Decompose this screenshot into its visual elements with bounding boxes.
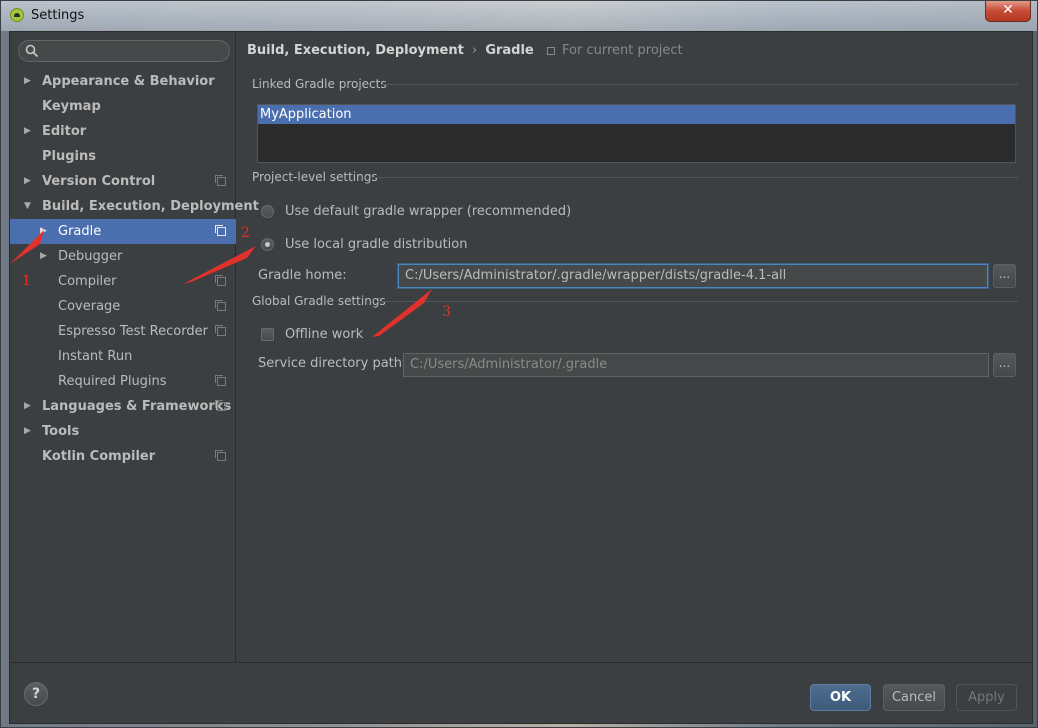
radio-button[interactable] <box>261 238 274 251</box>
cancel-button[interactable]: Cancel <box>883 684 945 711</box>
sidebar-item-required-plugins[interactable]: Required Plugins <box>10 369 236 394</box>
gradle-home-input[interactable]: C:/Users/Administrator/.gradle/wrapper/d… <box>398 264 988 288</box>
project-scope-icon <box>215 175 226 186</box>
linked-projects-list[interactable]: MyApplication <box>257 104 1016 163</box>
sidebar-item-keymap[interactable]: Keymap <box>10 94 236 119</box>
breadcrumb-parent: Build, Execution, Deployment <box>247 43 464 58</box>
gradle-settings-panel: Build, Execution, Deployment › Gradle Fo… <box>237 32 1034 662</box>
expand-right-icon[interactable]: ▶ <box>24 69 34 94</box>
breadcrumb-current: Gradle <box>485 43 534 58</box>
sidebar-item-label: Instant Run <box>58 349 133 364</box>
project-scope-icon <box>215 325 226 336</box>
checkbox-label: Offline work <box>285 327 364 342</box>
sidebar-item-label: Editor <box>42 124 87 139</box>
sidebar-item-appearance-behavior[interactable]: ▶ Appearance & Behavior <box>10 69 236 94</box>
dialog-body: ▶ Appearance & Behavior Keymap ▶ Editor Plugi… <box>9 31 1033 724</box>
project-scope-icon <box>215 275 226 286</box>
sidebar-item-instant-run[interactable]: Instant Run <box>10 344 236 369</box>
global-settings-title: Global Gradle settings <box>252 294 386 308</box>
ok-button[interactable]: OK <box>810 684 871 711</box>
scope-label: For current project <box>562 43 683 58</box>
sidebar-item-languages-frameworks[interactable]: ▶ Languages & Frameworks <box>10 394 236 419</box>
sidebar-item-label: Espresso Test Recorder <box>58 324 208 339</box>
linked-projects-title: Linked Gradle projects <box>252 77 387 91</box>
service-directory-label: Service directory path: <box>258 356 407 371</box>
sidebar-item-plugins[interactable]: Plugins <box>10 144 236 169</box>
project-scope-icon <box>215 225 226 236</box>
annotation-number-3: 3 <box>442 304 451 320</box>
sidebar-item-tools[interactable]: ▶ Tools <box>10 419 236 444</box>
expand-right-icon[interactable]: ▶ <box>24 119 34 144</box>
sidebar-item-label: Coverage <box>58 299 121 314</box>
project-level-title: Project-level settings <box>252 170 378 184</box>
sidebar-item-label: Plugins <box>42 149 96 164</box>
expand-right-icon[interactable]: ▶ <box>24 169 34 194</box>
sidebar-item-compiler[interactable]: Compiler <box>10 269 236 294</box>
sidebar-item-label: Tools <box>42 424 80 439</box>
section-divider <box>371 177 1018 178</box>
expand-right-icon[interactable]: ▶ <box>24 419 34 444</box>
apply-button[interactable]: Apply <box>956 684 1017 711</box>
settings-sidebar: ▶ Appearance & Behavior Keymap ▶ Editor Plugi… <box>10 32 259 662</box>
radio-button[interactable] <box>261 205 274 218</box>
project-scope-icon <box>546 46 555 55</box>
sidebar-item-label: Debugger <box>58 249 123 264</box>
annotation-number-1: 1 <box>22 273 31 289</box>
project-scope-icon <box>215 300 226 311</box>
section-divider <box>377 301 1018 302</box>
sidebar-item-espresso-test-recorder[interactable]: Espresso Test Recorder <box>10 319 236 344</box>
sidebar-item-label: Compiler <box>58 274 117 289</box>
breadcrumb: Build, Execution, Deployment › Gradle Fo… <box>247 43 683 58</box>
settings-tree: ▶ Appearance & Behavior Keymap ▶ Editor Plugi… <box>10 69 259 469</box>
project-scope-icon <box>215 400 226 411</box>
service-directory-browse-button[interactable]: ... <box>993 353 1016 377</box>
settings-window: Settings ✕ ▶ Appearance & Behavior Keymap ▶… <box>0 0 1038 728</box>
expand-down-icon[interactable]: ▼ <box>24 194 34 219</box>
sidebar-item-version-control[interactable]: ▶ Version Control <box>10 169 236 194</box>
sidebar-item-gradle[interactable]: ▶ Gradle <box>10 219 236 244</box>
sidebar-item-label: Required Plugins <box>58 374 167 389</box>
sidebar-item-label: Languages & Frameworks <box>42 399 232 414</box>
android-studio-icon <box>10 8 24 22</box>
sidebar-item-label: Appearance & Behavior <box>42 74 215 89</box>
footer-divider <box>10 662 1032 663</box>
expand-right-icon[interactable]: ▶ <box>40 219 50 244</box>
sidebar-item-coverage[interactable]: Coverage <box>10 294 236 319</box>
project-scope-icon <box>215 375 226 386</box>
radio-label: Use local gradle distribution <box>285 237 468 252</box>
section-divider <box>381 84 1018 85</box>
search-input[interactable] <box>18 40 230 62</box>
sidebar-item-debugger[interactable]: ▶ Debugger <box>10 244 236 269</box>
expand-right-icon[interactable]: ▶ <box>40 244 50 269</box>
gradle-home-browse-button[interactable]: ... <box>993 264 1016 288</box>
project-scope-icon <box>215 450 226 461</box>
help-button[interactable]: ? <box>24 682 48 706</box>
breadcrumb-separator: › <box>471 43 478 58</box>
checkbox[interactable] <box>261 328 274 341</box>
annotation-number-2: 2 <box>241 225 250 241</box>
sidebar-item-label: Build, Execution, Deployment <box>42 199 259 214</box>
expand-right-icon[interactable]: ▶ <box>24 394 34 419</box>
list-item[interactable]: MyApplication <box>258 105 1015 124</box>
title-bar[interactable]: Settings ✕ <box>1 1 1037 31</box>
gradle-home-label: Gradle home: <box>258 268 347 283</box>
search-icon <box>25 44 39 58</box>
radio-label: Use default gradle wrapper (recommended) <box>285 204 572 219</box>
sidebar-item-build-execution-deployment[interactable]: ▼ Build, Execution, Deployment <box>10 194 259 219</box>
close-button[interactable]: ✕ <box>985 1 1031 22</box>
service-directory-input[interactable]: C:/Users/Administrator/.gradle <box>403 353 989 377</box>
sidebar-item-label: Version Control <box>42 174 156 189</box>
sidebar-item-kotlin-compiler[interactable]: Kotlin Compiler <box>10 444 236 469</box>
sidebar-item-editor[interactable]: ▶ Editor <box>10 119 236 144</box>
sidebar-item-label: Keymap <box>42 99 101 114</box>
sidebar-item-label: Gradle <box>58 224 102 239</box>
sidebar-item-label: Kotlin Compiler <box>42 449 156 464</box>
window-title: Settings <box>31 8 85 23</box>
